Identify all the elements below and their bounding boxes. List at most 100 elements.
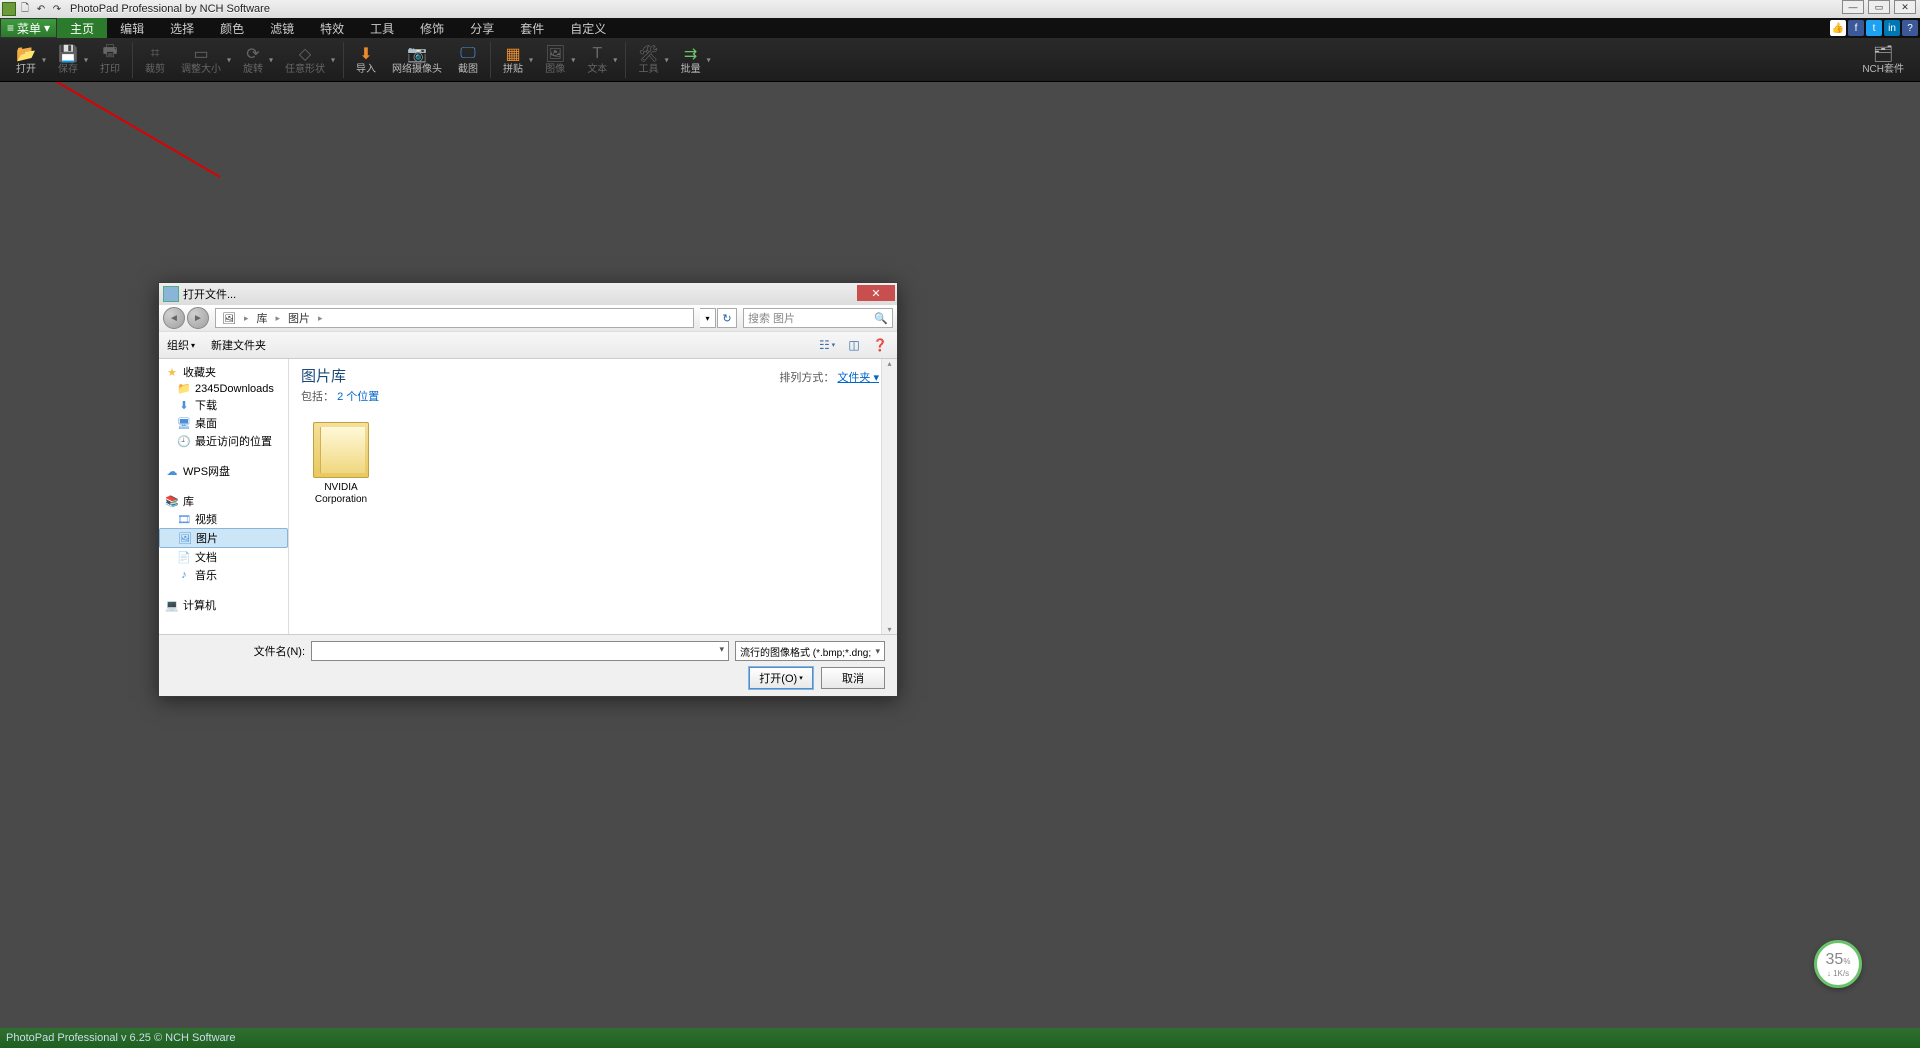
help-icon[interactable]: ?: [1902, 20, 1918, 36]
menu-edit[interactable]: 编辑: [107, 18, 157, 38]
rotate-button[interactable]: ⟳旋转: [235, 38, 277, 81]
menu-color[interactable]: 颜色: [207, 18, 257, 38]
speed-widget[interactable]: 35% ↓ 1K/s: [1814, 940, 1862, 988]
separator: [490, 42, 491, 78]
nav-forward-button[interactable]: ►: [187, 307, 209, 329]
webcam-button[interactable]: 📷网络摄像头: [384, 38, 450, 81]
open-button[interactable]: 📂打开: [8, 38, 50, 81]
new-folder-button[interactable]: 新建文件夹: [211, 337, 266, 353]
music-icon: ♪: [177, 569, 191, 581]
sidebar-video[interactable]: 🎞视频: [159, 510, 288, 528]
batch-button[interactable]: ⇉批量: [673, 38, 715, 81]
refresh-button[interactable]: ↻: [717, 308, 737, 328]
filename-input[interactable]: [311, 641, 729, 661]
annotation-arrow: [20, 82, 240, 262]
resize-button[interactable]: ▭调整大小: [173, 38, 235, 81]
sidebar-computer[interactable]: 💻计算机: [159, 596, 288, 614]
sidebar-documents[interactable]: 📄文档: [159, 548, 288, 566]
image-button[interactable]: 🖼图像: [537, 38, 579, 81]
tools-button[interactable]: 🛠工具: [630, 38, 672, 81]
menu-suite[interactable]: 套件: [507, 18, 557, 38]
like-icon[interactable]: 👍: [1830, 20, 1846, 36]
breadcrumb-libraries[interactable]: 库: [255, 310, 270, 326]
minimize-button[interactable]: —: [1842, 0, 1864, 14]
crop-button[interactable]: ⌗裁剪: [137, 38, 173, 81]
menu-filter[interactable]: 滤镜: [257, 18, 307, 38]
open-button-dialog[interactable]: 打开(O) ▾: [749, 667, 813, 689]
facebook-icon[interactable]: f: [1848, 20, 1864, 36]
cancel-button[interactable]: 取消: [821, 667, 885, 689]
redo-icon[interactable]: ↷: [50, 2, 64, 16]
freeform-icon: ◇: [299, 44, 311, 64]
sidebar-recent[interactable]: 🕘最近访问的位置: [159, 432, 288, 450]
undo-icon[interactable]: ↶: [34, 2, 48, 16]
main-menu-button[interactable]: ≡ 菜单 ▾: [0, 18, 57, 38]
sidebar-downloads[interactable]: ⬇下载: [159, 396, 288, 414]
menu-tools[interactable]: 工具: [357, 18, 407, 38]
menu-home[interactable]: 主页: [57, 18, 107, 38]
separator: [132, 42, 133, 78]
preview-pane-button[interactable]: ◫: [845, 336, 863, 354]
breadcrumb-pictures[interactable]: 图片: [286, 310, 312, 326]
dialog-sidebar: ★收藏夹 📁2345Downloads ⬇下载 🖥桌面 🕘最近访问的位置 ☁WP…: [159, 359, 289, 634]
sidebar-desktop[interactable]: 🖥桌面: [159, 414, 288, 432]
close-button[interactable]: ✕: [1894, 0, 1916, 14]
organize-button[interactable]: 组织 ▾: [167, 337, 195, 353]
view-mode-button[interactable]: ☷ ▾: [819, 336, 837, 354]
menu-retouch[interactable]: 修饰: [407, 18, 457, 38]
linkedin-icon[interactable]: in: [1884, 20, 1900, 36]
sort-value[interactable]: 文件夹 ▾: [837, 372, 879, 384]
screenshot-button[interactable]: 🖵截图: [450, 38, 486, 81]
new-icon[interactable]: 🗋: [18, 2, 32, 16]
collage-button[interactable]: ▦拼贴: [495, 38, 537, 81]
help-button[interactable]: ❓: [871, 336, 889, 354]
sidebar-wps[interactable]: ☁WPS网盘: [159, 462, 288, 480]
desktop-icon: 🖥: [177, 417, 191, 430]
save-button[interactable]: 💾保存: [50, 38, 92, 81]
breadcrumb-dropdown[interactable]: ▾: [700, 308, 716, 328]
dialog-icon: [163, 286, 179, 302]
dialog-title: 打开文件...: [183, 286, 236, 302]
file-items: NVIDIA Corporation: [301, 422, 885, 506]
menu-share[interactable]: 分享: [457, 18, 507, 38]
folder-icon: [313, 422, 369, 478]
menu-effects[interactable]: 特效: [307, 18, 357, 38]
download-icon: ⬇: [177, 399, 191, 412]
cloud-icon: ☁: [165, 465, 179, 478]
nch-suite-button[interactable]: 🗂NCH套件: [1854, 38, 1912, 81]
sidebar-pictures[interactable]: 🖼图片: [159, 528, 288, 548]
maximize-button[interactable]: ▭: [1868, 0, 1890, 14]
print-button[interactable]: 🖶打印: [92, 38, 128, 81]
sidebar-favorites[interactable]: ★收藏夹: [159, 363, 288, 381]
sidebar-library[interactable]: 📚库: [159, 492, 288, 510]
dialog-close-button[interactable]: ✕: [857, 285, 895, 301]
twitter-icon[interactable]: t: [1866, 20, 1882, 36]
status-text: PhotoPad Professional v 6.25 © NCH Softw…: [6, 1032, 235, 1044]
filetype-dropdown[interactable]: 流行的图像格式 (*.bmp;*.dng;: [735, 641, 885, 661]
breadcrumb[interactable]: 🖼 ▸ 库 ▸ 图片 ▸: [215, 308, 694, 328]
folder-name: NVIDIA Corporation: [301, 482, 381, 506]
nav-back-button[interactable]: ◄: [163, 307, 185, 329]
sidebar-2345downloads[interactable]: 📁2345Downloads: [159, 381, 288, 396]
dialog-titlebar[interactable]: 打开文件... ✕: [159, 283, 897, 305]
folder-item-nvidia[interactable]: NVIDIA Corporation: [301, 422, 381, 506]
title-bar: 🗋 ↶ ↷ PhotoPad Professional by NCH Softw…: [0, 0, 1920, 18]
dialog-content: 图片库 包括： 2 个位置 排列方式： 文件夹 ▾ NVIDIA Corpora…: [289, 359, 897, 634]
menu-select[interactable]: 选择: [157, 18, 207, 38]
separator: [625, 42, 626, 78]
scrollbar[interactable]: [881, 359, 897, 634]
dialog-toolbar: 组织 ▾ 新建文件夹 ☷ ▾ ◫ ❓: [159, 331, 897, 359]
menu-custom[interactable]: 自定义: [557, 18, 619, 38]
chevron-right-icon: ▸: [274, 313, 283, 324]
pictures-icon: 🖼: [178, 532, 192, 545]
import-button[interactable]: ⬇导入: [348, 38, 384, 81]
suite-icon: 🗂: [1873, 44, 1893, 64]
menu-bar: ≡ 菜单 ▾ 主页 编辑 选择 颜色 滤镜 特效 工具 修饰 分享 套件 自定义…: [0, 18, 1920, 38]
freeform-button[interactable]: ◇任意形状: [277, 38, 339, 81]
sort-control[interactable]: 排列方式： 文件夹 ▾: [779, 369, 879, 385]
collage-icon: ▦: [505, 44, 520, 64]
sidebar-music[interactable]: ♪音乐: [159, 566, 288, 584]
text-button[interactable]: T文本: [579, 38, 621, 81]
library-locations-link[interactable]: 2 个位置: [337, 391, 379, 403]
search-input[interactable]: 搜索 图片 🔍: [743, 308, 893, 328]
